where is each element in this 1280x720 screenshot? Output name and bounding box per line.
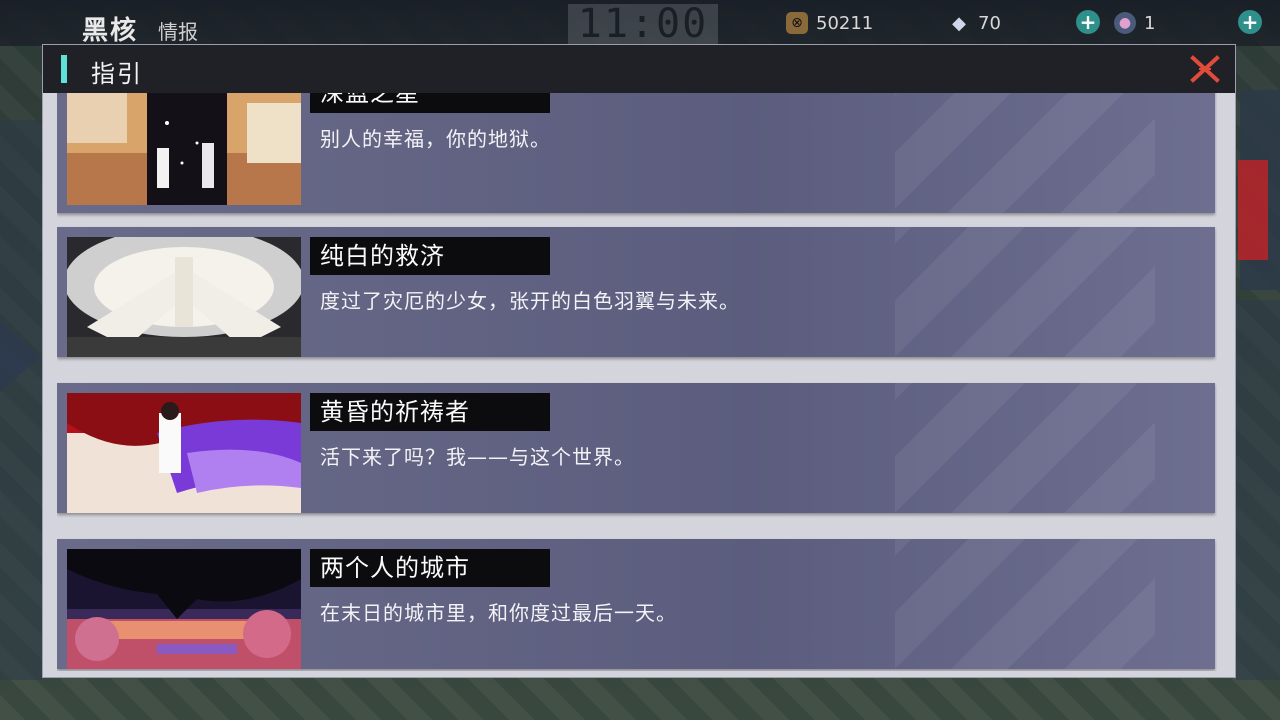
hud-clock: 11:00 bbox=[568, 4, 718, 44]
entry-name: 黄昏的祈祷者 bbox=[310, 393, 550, 431]
entry-thumbnail bbox=[67, 549, 301, 669]
close-icon[interactable] bbox=[1189, 53, 1221, 85]
hud-title: 黑核 bbox=[82, 16, 139, 46]
coin-resource: ⊗ 50211 bbox=[786, 8, 926, 38]
entry-name: 两个人的城市 bbox=[310, 549, 550, 587]
guide-entry[interactable]: 深蓝之星 别人的幸福，你的地狱。 bbox=[57, 93, 1215, 213]
entry-thumbnail bbox=[67, 393, 301, 513]
hud-subtitle: 情报 bbox=[158, 20, 198, 44]
entry-description: 度过了灾厄的少女，张开的白色羽翼与未来。 bbox=[320, 289, 740, 313]
energy-value: 1 bbox=[1144, 12, 1156, 34]
guide-entry[interactable]: 两个人的城市 在末日的城市里，和你度过最后一天。 bbox=[57, 539, 1215, 669]
guide-list[interactable]: 深蓝之星 别人的幸福，你的地狱。 纯白的救济 度过了灾厄的少女，张开的白色羽翼与… bbox=[57, 93, 1217, 671]
entry-description: 别人的幸福，你的地狱。 bbox=[320, 127, 551, 151]
energy-resource: ● 1 bbox=[1114, 8, 1234, 38]
top-hud: 黑核 情报 11:00 ⊗ 50211 ◆ 70 + ● 1 + bbox=[0, 0, 1280, 46]
guide-dialog: 指引 深蓝之星 别人的幸福，你的地狱。 纯白的救济 度过了灾厄的少女，张开的白色… bbox=[42, 44, 1236, 678]
entry-name: 深蓝之星 bbox=[310, 93, 550, 113]
coin-value: 50211 bbox=[816, 12, 874, 34]
entry-thumbnail bbox=[67, 93, 301, 205]
header-accent-bar bbox=[61, 55, 67, 83]
diamond-resource: ◆ 70 bbox=[948, 8, 1078, 38]
guide-entry[interactable]: 纯白的救济 度过了灾厄的少女，张开的白色羽翼与未来。 bbox=[57, 227, 1215, 357]
dialog-title: 指引 bbox=[91, 60, 143, 88]
guide-entry[interactable]: 黄昏的祈祷者 活下来了吗？我——与这个世界。 bbox=[57, 383, 1215, 513]
entry-thumbnail bbox=[67, 237, 301, 357]
diamond-gem-icon: ◆ bbox=[952, 12, 966, 34]
entry-name: 纯白的救济 bbox=[310, 237, 550, 275]
entry-description: 在末日的城市里，和你度过最后一天。 bbox=[320, 601, 677, 625]
currency-coin-icon: ⊗ bbox=[786, 12, 808, 34]
add-diamond-button[interactable]: + bbox=[1076, 10, 1100, 34]
dialog-header: 指引 bbox=[43, 45, 1235, 93]
entry-description: 活下来了吗？我——与这个世界。 bbox=[320, 445, 635, 469]
add-energy-button[interactable]: + bbox=[1238, 10, 1262, 34]
energy-orb-icon: ● bbox=[1114, 12, 1136, 34]
diamond-value: 70 bbox=[978, 12, 1001, 34]
